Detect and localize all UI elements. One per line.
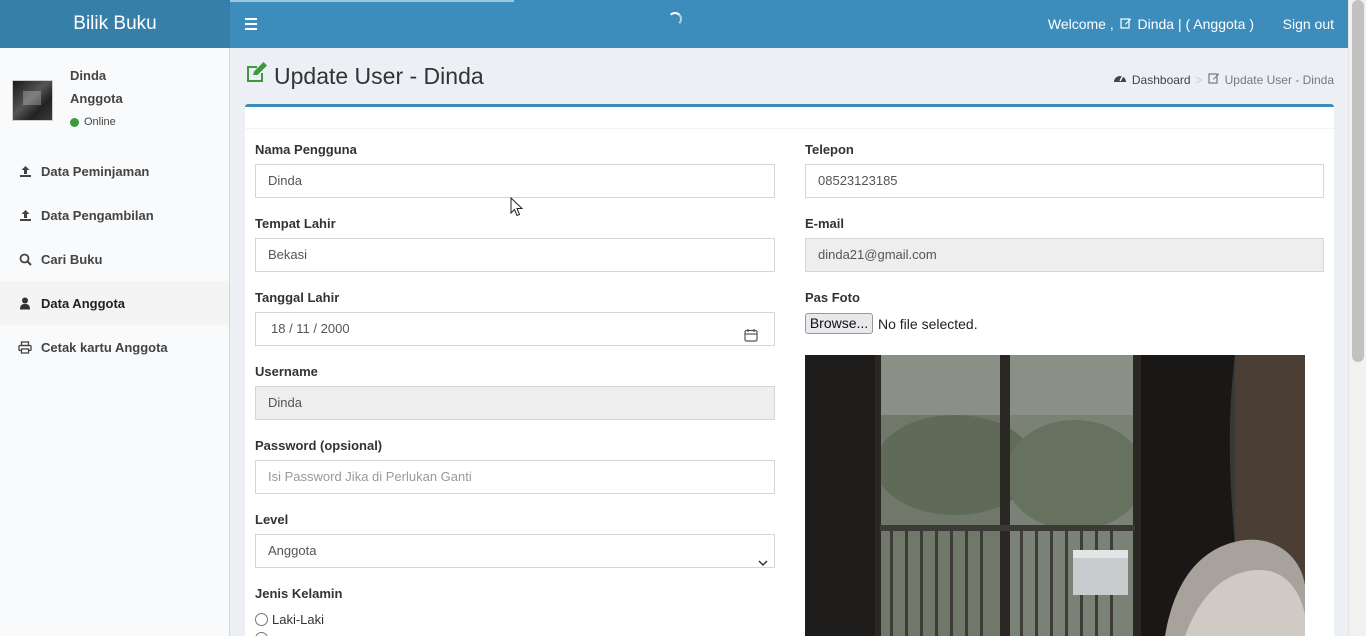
password-input[interactable]: Isi Password Jika di Perlukan Ganti [255, 460, 775, 494]
browse-file-button[interactable]: Browse... [805, 313, 873, 334]
user-panel: Dinda Anggota Online [12, 66, 222, 136]
file-status-text: No file selected. [878, 316, 978, 332]
welcome-prefix: Welcome , [1047, 16, 1114, 32]
sidebar-item-label: Data Anggota [41, 295, 126, 311]
tempat-lahir-input[interactable]: Bekasi [255, 238, 775, 272]
loading-spinner-icon [668, 12, 682, 26]
sidebar-item-cetak-kartu[interactable]: Cetak kartu Anggota [0, 325, 229, 369]
sidebar: Dinda Anggota Online Data Peminjaman Dat… [0, 48, 230, 636]
edit-icon [1208, 72, 1220, 87]
box-header [245, 107, 1334, 129]
tanggal-lahir-value: 18 / 11 / 2000 [271, 321, 350, 336]
page-title: Update User - Dinda [244, 62, 484, 90]
sidebar-menu: Data Peminjaman Data Pengambilan Cari Bu… [0, 149, 229, 369]
mouse-cursor-icon [510, 196, 524, 220]
tempat-lahir-label: Tempat Lahir [255, 216, 336, 231]
top-navbar: Bilik Buku Welcome , Dinda | ( Anggota )… [0, 0, 1348, 48]
upload-icon [18, 208, 32, 222]
dashboard-icon [1113, 72, 1127, 87]
sidebar-user-role: Anggota [70, 91, 123, 106]
nama-pengguna-label: Nama Pengguna [255, 142, 357, 157]
sign-out-link[interactable]: Sign out [1283, 0, 1334, 48]
online-dot-icon [70, 117, 79, 127]
welcome-text[interactable]: Welcome , Dinda | ( Anggota ) [1048, 0, 1254, 48]
breadcrumb-dashboard-link[interactable]: Dashboard [1132, 73, 1191, 87]
sidebar-item-data-anggota[interactable]: Data Anggota [0, 281, 229, 325]
telepon-label: Telepon [805, 142, 854, 157]
edit-icon [1120, 0, 1132, 48]
sidebar-item-label: Data Peminjaman [41, 163, 150, 179]
level-label: Level [255, 512, 289, 527]
search-icon [18, 252, 32, 266]
email-label: E-mail [805, 216, 845, 231]
chevron-down-icon [758, 547, 768, 579]
tanggal-lahir-label: Tanggal Lahir [255, 290, 340, 305]
edit-icon [244, 62, 268, 90]
sidebar-user-name: Dinda [70, 68, 107, 83]
email-input[interactable]: dinda21@gmail.com [805, 238, 1324, 272]
scrollbar-thumb[interactable] [1352, 0, 1364, 362]
sidebar-item-label: Data Pengambilan [41, 207, 154, 223]
page-scrollbar[interactable] [1348, 0, 1366, 636]
radio-laki-laki[interactable]: Laki-Laki [255, 612, 324, 627]
sidebar-item-label: Cetak kartu Anggota [41, 339, 168, 355]
level-select[interactable]: Anggota [255, 534, 775, 568]
username-label: Username [255, 364, 318, 379]
pas-foto-label: Pas Foto [805, 290, 860, 305]
online-status: Online [70, 116, 116, 128]
calendar-icon[interactable] [744, 322, 758, 354]
radio-laki-laki-label: Laki-Laki [272, 612, 325, 627]
nama-pengguna-input[interactable]: Dinda [255, 164, 775, 198]
sidebar-item-label: Cari Buku [41, 251, 103, 267]
jenis-kelamin-label: Jenis Kelamin [255, 586, 343, 601]
user-icon [18, 296, 32, 310]
sidebar-item-cari-buku[interactable]: Cari Buku [0, 237, 229, 281]
upload-icon [18, 164, 32, 178]
pas-foto-preview [805, 355, 1305, 636]
page-title-text: Update User - Dinda [274, 62, 484, 89]
password-label: Password (opsional) [255, 438, 383, 453]
avatar [12, 80, 53, 121]
breadcrumb-current: Update User - Dinda [1224, 72, 1334, 87]
welcome-user: Dinda | ( Anggota ) [1137, 16, 1254, 32]
sidebar-item-data-pengambilan[interactable]: Data Pengambilan [0, 193, 229, 237]
sidebar-item-data-peminjaman[interactable]: Data Peminjaman [0, 149, 229, 193]
level-selected-value: Anggota [268, 543, 317, 558]
username-input[interactable]: Dinda [255, 386, 775, 420]
breadcrumb: Dashboard > Update User - Dinda [1113, 72, 1334, 87]
radio-button[interactable] [255, 613, 268, 626]
status-text: Online [84, 116, 116, 128]
brand-logo[interactable]: Bilik Buku [0, 0, 230, 48]
tanggal-lahir-input[interactable]: 18 / 11 / 2000 [255, 312, 775, 346]
breadcrumb-separator: > [1195, 72, 1203, 87]
sidebar-toggle-button[interactable] [238, 12, 264, 36]
telepon-input[interactable]: 08523123185 [805, 164, 1324, 198]
print-icon [18, 340, 32, 354]
